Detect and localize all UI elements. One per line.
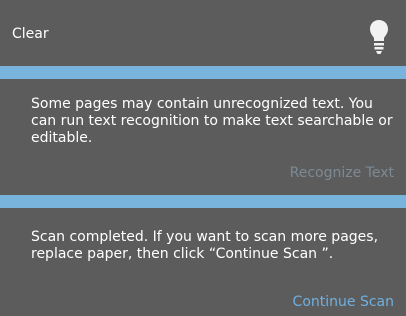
recognize-text-link[interactable]: Recognize Text	[290, 165, 394, 182]
continue-scan-link[interactable]: Continue Scan	[293, 294, 394, 311]
panel-header: Clear	[0, 0, 406, 66]
section-divider	[0, 195, 406, 208]
scan-complete-notice: Scan completed. If you want to scan more…	[0, 208, 406, 316]
header-title: Clear	[12, 26, 49, 42]
lightbulb-icon-band	[374, 43, 384, 46]
recognition-notice: Some pages may contain unrecognized text…	[0, 79, 406, 195]
lightbulb-icon-tip	[376, 51, 382, 54]
lightbulb-icon-glass	[370, 20, 388, 41]
recognition-notice-message: Some pages may contain unrecognized text…	[31, 96, 393, 146]
section-divider	[0, 66, 406, 79]
lightbulb-icon-band-2	[374, 47, 384, 50]
scan-complete-message: Scan completed. If you want to scan more…	[31, 229, 379, 262]
notification-panel: Clear Some pages may contain unrecognize…	[0, 0, 406, 316]
lightbulb-icon	[369, 19, 389, 55]
